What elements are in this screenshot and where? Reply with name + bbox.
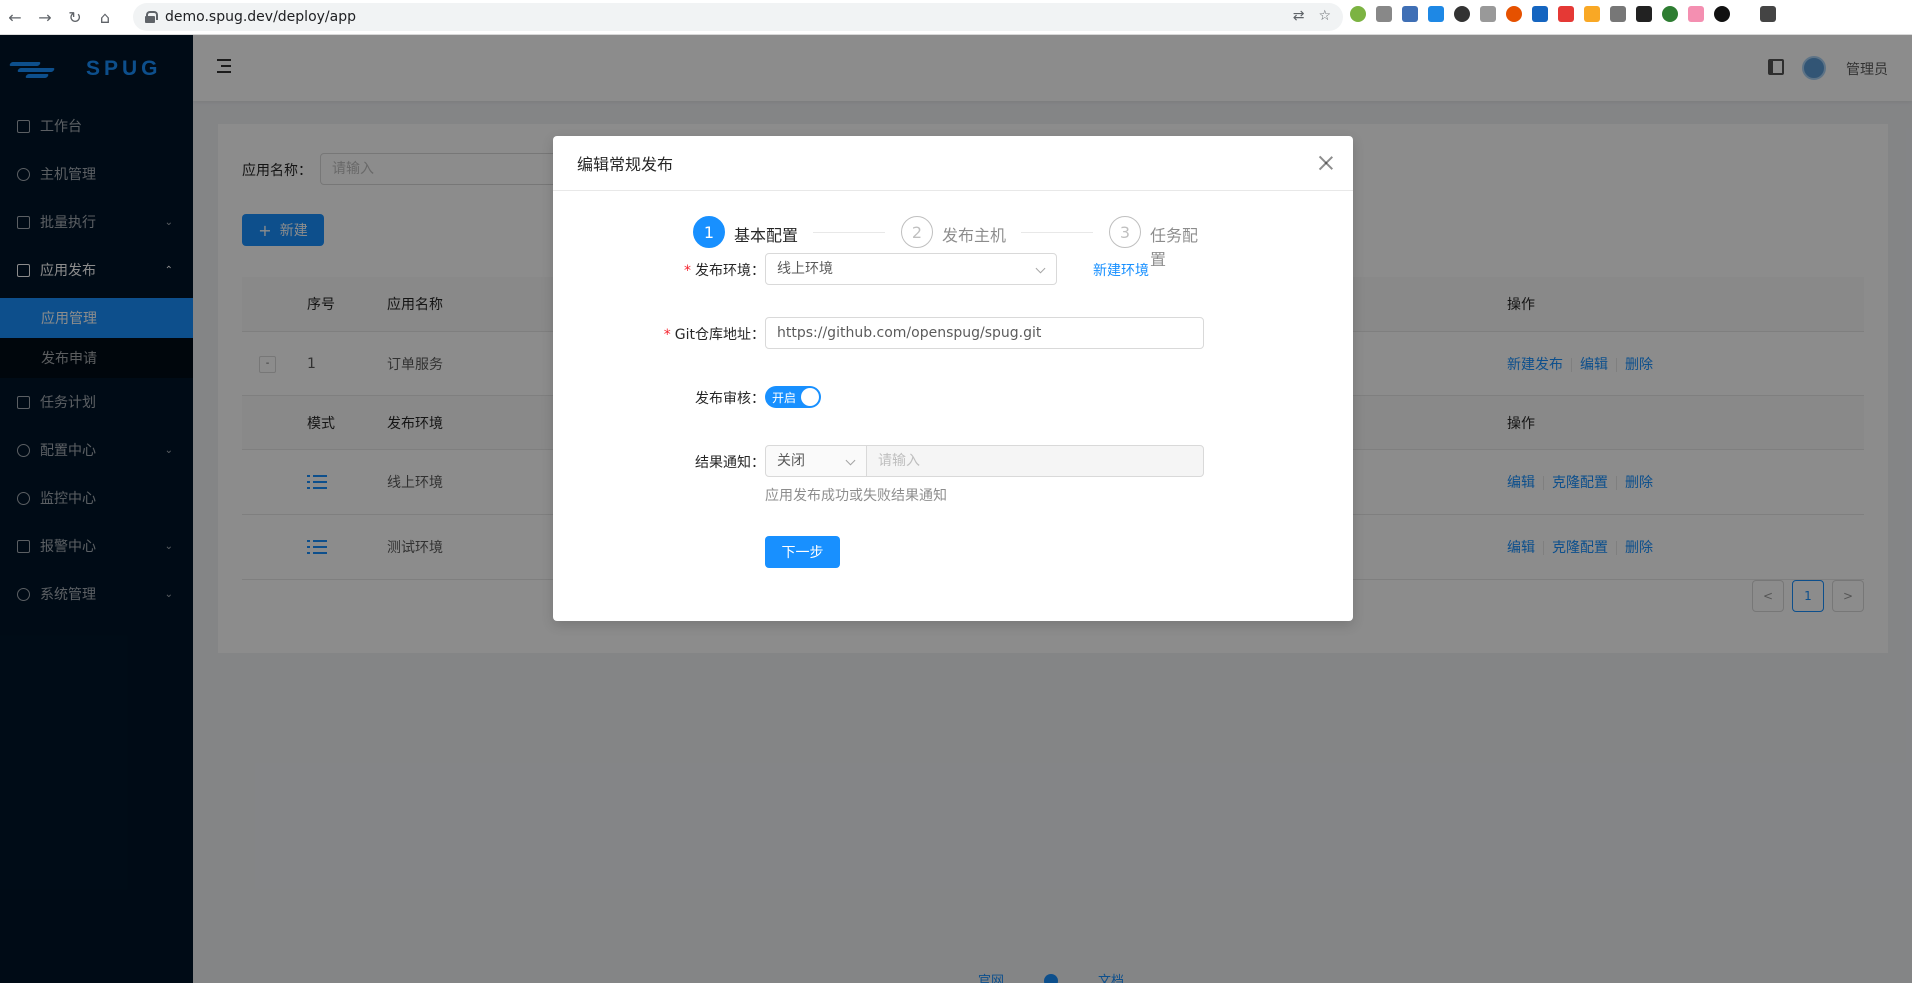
chevron-down-icon	[845, 455, 856, 466]
extension-icon[interactable]	[1480, 6, 1496, 22]
extension-icon[interactable]	[1584, 6, 1600, 22]
extension-icon[interactable]	[1454, 6, 1470, 22]
forward-icon[interactable]: →	[30, 2, 60, 32]
back-icon[interactable]: ←	[0, 2, 30, 32]
step-divider	[813, 232, 885, 233]
git-label: * Git仓库地址：	[663, 327, 765, 343]
extension-icon[interactable]	[1688, 6, 1704, 22]
extension-icon[interactable]	[1532, 6, 1548, 22]
lock-icon	[145, 11, 158, 23]
notify-input[interactable]: 请输入	[866, 445, 1204, 477]
close-icon[interactable]	[1317, 154, 1335, 172]
reload-icon[interactable]: ↻	[60, 2, 90, 32]
env-label: * 发布环境：	[684, 263, 765, 279]
git-repo-input[interactable]: https://github.com/openspug/spug.git	[765, 317, 1204, 349]
steps: 1 基本配置 2 发布主机 3 任务配置	[693, 216, 1213, 269]
edit-deploy-modal: 编辑常规发布 1 基本配置 2 发布主机 3 任务配置 * 发布环境： 线上环境 …	[553, 136, 1353, 621]
audit-switch[interactable]: 开启	[765, 386, 821, 408]
modal-title: 编辑常规发布	[577, 155, 674, 174]
required-mark: *	[684, 263, 691, 279]
notify-type-select[interactable]: 关闭	[765, 445, 867, 477]
audit-label: 发布审核：	[695, 391, 765, 407]
extension-icon[interactable]	[1636, 6, 1652, 22]
next-step-button[interactable]: 下一步	[765, 536, 840, 568]
extension-icon[interactable]	[1428, 6, 1444, 22]
switch-knob	[801, 388, 819, 406]
notify-label: 结果通知：	[695, 455, 765, 471]
step-1-icon: 1	[693, 216, 725, 248]
extension-icon[interactable]	[1558, 6, 1574, 22]
notify-help-text: 应用发布成功或失败结果通知	[765, 488, 947, 504]
extensions-bar	[1350, 6, 1776, 22]
new-env-link[interactable]: 新建环境	[1093, 260, 1149, 280]
chevron-down-icon	[1035, 263, 1046, 274]
env-select[interactable]: 线上环境	[765, 253, 1057, 285]
browser-toolbar: ← → ↻ ⌂ demo.spug.dev/deploy/app ⇄ ☆	[0, 0, 1912, 35]
extension-icon[interactable]	[1376, 6, 1392, 22]
step-2-icon: 2	[901, 216, 933, 248]
address-bar[interactable]: demo.spug.dev/deploy/app ⇄ ☆	[133, 3, 1343, 31]
switch-text: 开启	[772, 391, 797, 405]
extension-icon[interactable]	[1610, 6, 1626, 22]
extension-icon[interactable]	[1402, 6, 1418, 22]
extension-icon[interactable]	[1714, 6, 1730, 22]
translate-icon[interactable]: ⇄	[1293, 8, 1305, 24]
extension-icon[interactable]	[1662, 6, 1678, 22]
profile-icon[interactable]	[1760, 6, 1776, 22]
modal-header: 编辑常规发布	[553, 136, 1353, 191]
home-icon[interactable]: ⌂	[90, 2, 120, 32]
step-1-title: 基本配置	[734, 226, 799, 245]
extension-icon[interactable]	[1350, 6, 1366, 22]
step-2-title: 发布主机	[942, 226, 1007, 245]
required-mark: *	[663, 327, 671, 343]
bookmark-star-icon[interactable]: ☆	[1318, 8, 1331, 24]
step-3-icon: 3	[1109, 216, 1141, 248]
url-text: demo.spug.dev/deploy/app	[165, 9, 356, 25]
step-3-title: 任务配置	[1150, 226, 1199, 269]
extension-icon[interactable]	[1506, 6, 1522, 22]
step-divider	[1021, 232, 1093, 233]
